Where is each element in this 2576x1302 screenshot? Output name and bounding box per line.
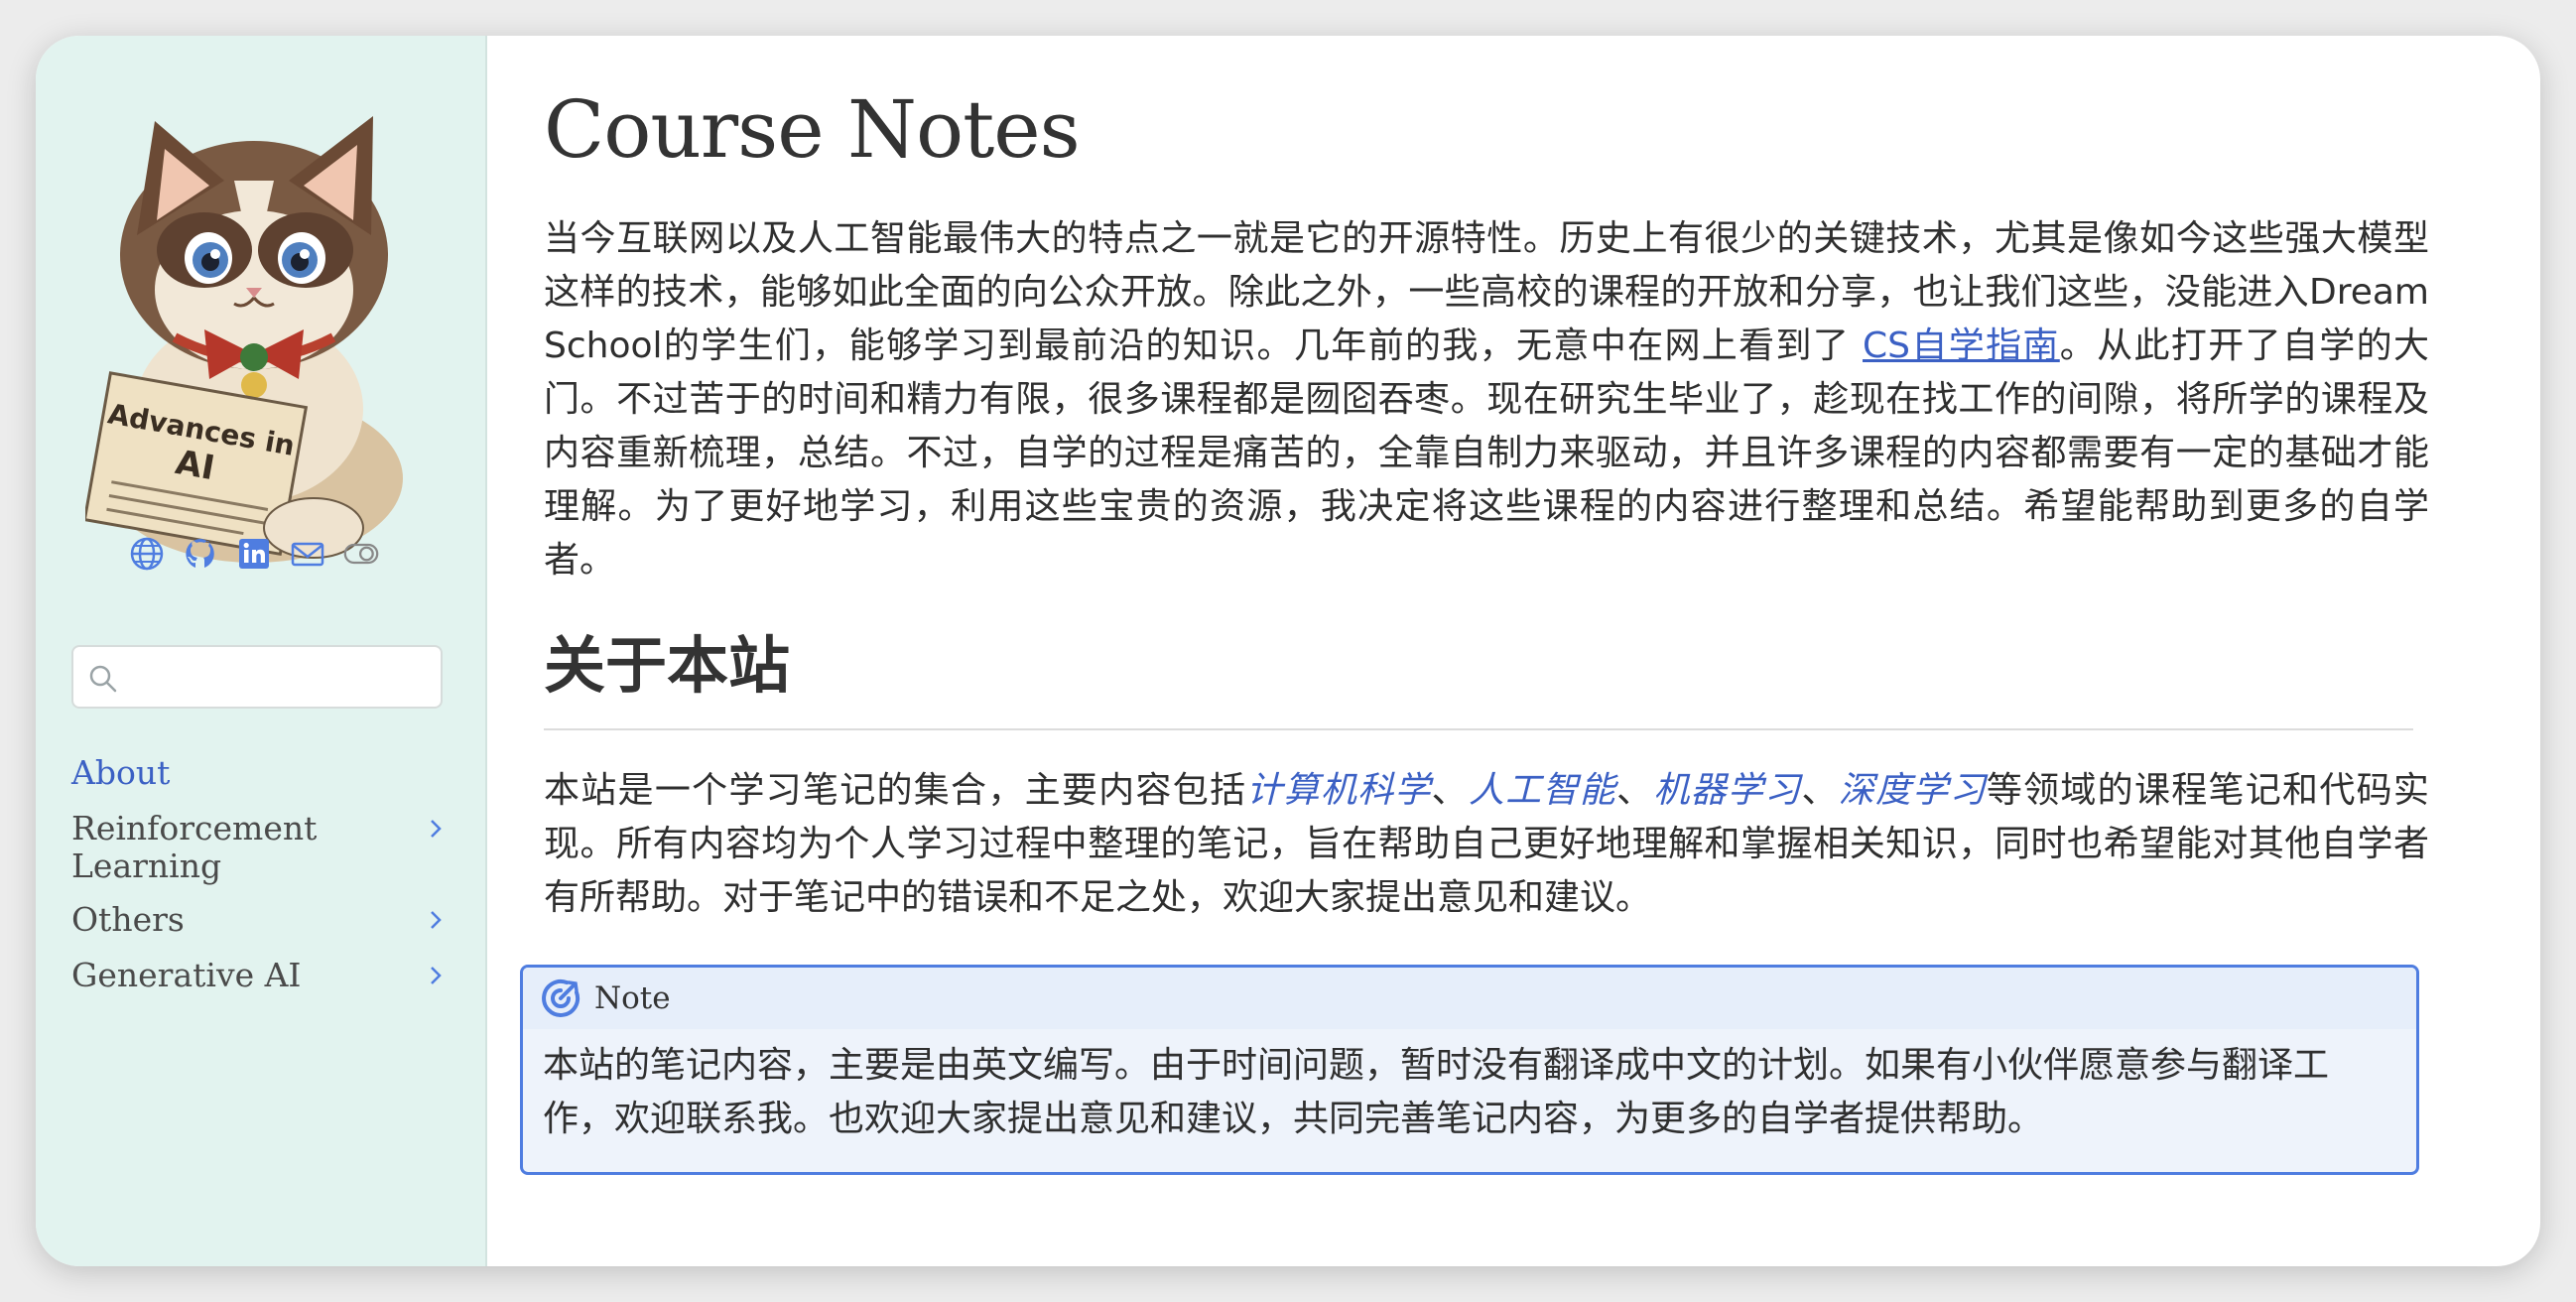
chevron-right-icon[interactable] [423,963,449,988]
mail-icon[interactable] [290,536,325,572]
sidebar-item-label: About [71,753,171,792]
topic-computer-science: 计算机科学 [1246,770,1432,811]
app-window: Advances in AI About Reinforcement Learn… [36,36,2540,1266]
note-title: Note [594,980,671,1016]
sidebar-item-label: Generative AI [71,956,302,994]
cs-guide-link[interactable]: CS自学指南 [1863,326,2060,366]
intro-paragraph: 当今互联网以及人工智能最伟大的特点之一就是它的开源特性。历史上有很少的关键技术，… [544,212,2429,587]
sidebar-item-others[interactable]: Others [71,901,449,939]
sidebar-item-about[interactable]: About [71,754,449,792]
topic-machine-learning: 机器学习 [1653,770,1802,811]
topic-separator: 、 [1431,770,1469,811]
cat-avatar-logo: Advances in AI [85,116,403,563]
topic-separator: 、 [1801,770,1839,811]
sidebar-item-generative-ai[interactable]: Generative AI [71,957,449,994]
note-body: 本站的笔记内容，主要是由英文编写。由于时间问题，暂时没有翻译成中文的计划。如果有… [543,1045,2330,1139]
search-input[interactable] [131,653,433,703]
search-icon [89,665,117,693]
sidebar-item-label: Reinforcement Learning [71,809,318,885]
chevron-right-icon[interactable] [423,816,449,842]
note-icon [542,978,580,1017]
search-box[interactable] [71,645,443,709]
sidebar-item-reinforcement-learning[interactable]: Reinforcement Learning [71,810,449,885]
about-text-before: 本站是一个学习笔记的集合，主要内容包括 [544,770,1247,811]
theme-toggle-icon[interactable] [343,536,379,572]
topic-separator: 、 [1616,770,1654,811]
topic-artificial-intelligence: 人工智能 [1468,770,1617,811]
svg-text:AI: AI [173,443,217,488]
globe-icon[interactable] [129,536,165,572]
sidebar: Advances in AI About Reinforcement Learn… [36,36,487,1266]
github-icon[interactable] [183,536,218,572]
sidebar-item-label: Others [71,900,185,939]
sidebar-nav: About Reinforcement Learning Others Gene… [71,754,449,994]
about-paragraph: 本站是一个学习笔记的集合，主要内容包括计算机科学、人工智能、机器学习、深度学习等… [544,764,2429,925]
topic-deep-learning: 深度学习 [1838,770,1987,811]
about-heading: 关于本站 [544,615,2413,730]
note-header: Note [523,968,2416,1029]
linkedin-icon[interactable] [236,536,272,572]
page-title: Course Notes [544,83,1081,176]
social-links [129,536,379,572]
note-admonition: Note 本站的笔记内容，主要是由英文编写。由于时间问题，暂时没有翻译成中文的计… [520,965,2419,1175]
chevron-right-icon[interactable] [423,907,449,933]
